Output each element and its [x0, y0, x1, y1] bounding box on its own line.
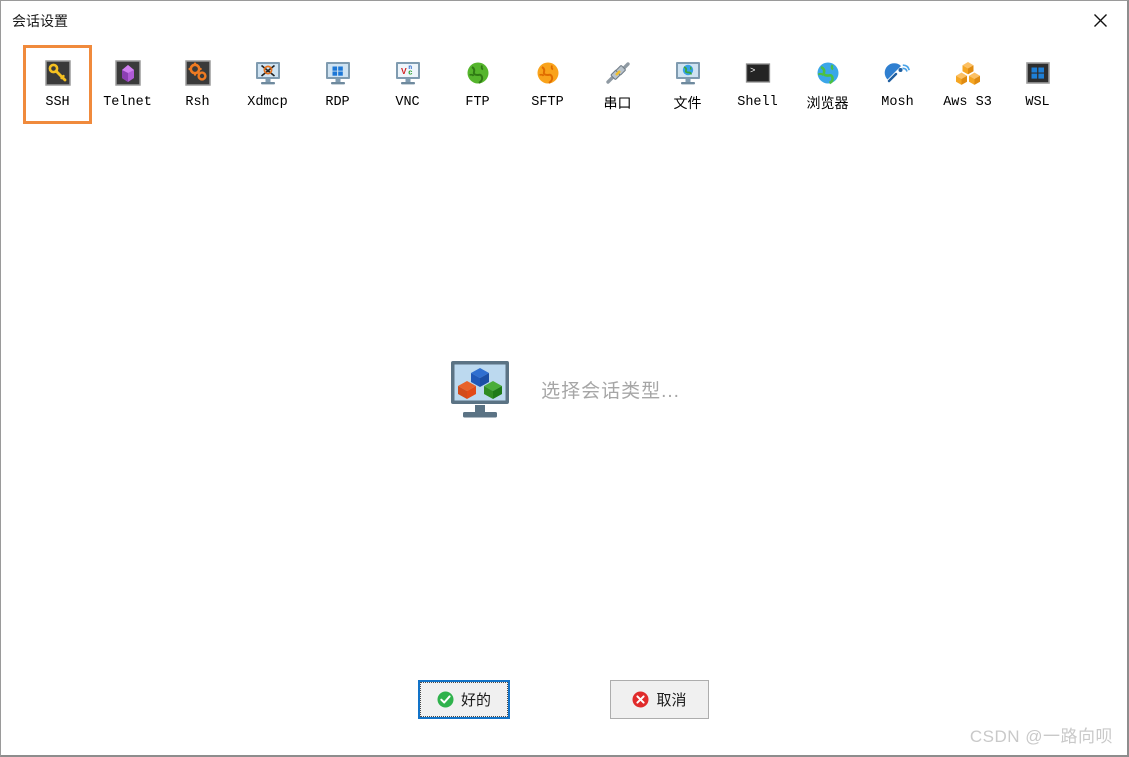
session-type-label: Rsh: [185, 95, 210, 110]
session-type-label: SFTP: [531, 95, 564, 110]
session-type-文件[interactable]: 文件: [653, 45, 722, 124]
session-type-浏览器[interactable]: 浏览器: [793, 45, 862, 124]
session-type-label: WSL: [1025, 95, 1050, 110]
close-icon[interactable]: [1083, 6, 1117, 34]
session-type-wsl[interactable]: WSL: [1003, 45, 1072, 124]
blue-globe-icon: [814, 59, 842, 87]
x-monitor-icon: [254, 59, 282, 87]
cancel-button[interactable]: 取消: [610, 680, 709, 719]
aws-cubes-icon: [954, 59, 982, 87]
session-type-label: FTP: [465, 95, 490, 110]
placeholder-text: 选择会话类型...: [541, 380, 680, 402]
title-bar: 会话设置: [1, 1, 1127, 38]
green-check-icon: [437, 691, 454, 708]
dialog-footer: 好的 取消: [1, 680, 1126, 724]
windows-monitor-icon: [324, 59, 352, 87]
session-type-label: Shell: [737, 95, 778, 110]
session-type-label: 文件: [673, 95, 702, 111]
session-type-ssh[interactable]: SSH: [23, 45, 92, 124]
terminal-icon: >: [744, 59, 772, 87]
globe-monitor-icon: [674, 59, 702, 87]
serial-plug-icon: [604, 59, 632, 87]
session-type-rdp[interactable]: RDP: [303, 45, 372, 124]
session-type-label: Mosh: [881, 95, 914, 110]
svg-text:n: n: [408, 65, 412, 71]
session-type-shell[interactable]: > Shell: [723, 45, 792, 124]
session-type-label: 浏览器: [806, 95, 849, 111]
green-globe-icon: [464, 59, 492, 87]
session-type-rsh[interactable]: Rsh: [163, 45, 232, 124]
session-type-串口[interactable]: 串口: [583, 45, 652, 124]
session-type-label: VNC: [395, 95, 420, 110]
session-type-xdmcp[interactable]: Xdmcp: [233, 45, 302, 124]
red-x-icon: [632, 691, 649, 708]
page-title: 会话设置: [12, 13, 68, 29]
session-type-label: Xdmcp: [247, 95, 288, 110]
session-settings-dialog: 会话设置 SSH Telnet Rsh Xdmcp RDP Vc n VNC FTP SFTP 串口…: [0, 0, 1129, 757]
csdn-watermark: CSDN @一路向呗: [969, 727, 1113, 746]
key-icon: [44, 59, 72, 87]
gears-icon: [184, 59, 212, 87]
session-type-list: SSH Telnet Rsh Xdmcp RDP Vc n VNC FTP SFTP 串口 文件 > Sh…: [1, 45, 1126, 141]
wsl-icon: [1024, 59, 1052, 87]
ok-button-label: 好的: [460, 692, 491, 709]
session-type-mosh[interactable]: Mosh: [863, 45, 932, 124]
vnc-monitor-icon: Vcn: [394, 59, 422, 87]
monitor-cubes-icon: [451, 361, 510, 418]
orange-globe-icon: [534, 59, 562, 87]
svg-text:V: V: [401, 66, 407, 76]
session-type-vnc[interactable]: Vc n VNC: [373, 45, 442, 124]
session-type-aws-s3[interactable]: Aws S3: [933, 45, 1002, 124]
session-type-sftp[interactable]: SFTP: [513, 45, 582, 124]
cancel-button-label: 取消: [656, 692, 687, 709]
svg-text:>: >: [750, 66, 755, 76]
session-type-label: 串口: [603, 95, 632, 111]
session-type-label: Aws S3: [943, 95, 992, 110]
session-type-telnet[interactable]: Telnet: [93, 45, 162, 124]
session-type-label: SSH: [45, 95, 70, 110]
ok-button-inner: 好的: [420, 682, 508, 717]
close-icon-glyph: [1093, 13, 1107, 27]
session-type-label: RDP: [325, 95, 350, 110]
session-type-ftp[interactable]: FTP: [443, 45, 512, 124]
session-type-label: Telnet: [103, 95, 152, 110]
purple-gem-icon: [114, 59, 142, 87]
satellite-dish-icon: [884, 59, 912, 87]
ok-button[interactable]: 好的: [418, 680, 510, 719]
placeholder-area: 选择会话类型...: [1, 356, 1126, 422]
